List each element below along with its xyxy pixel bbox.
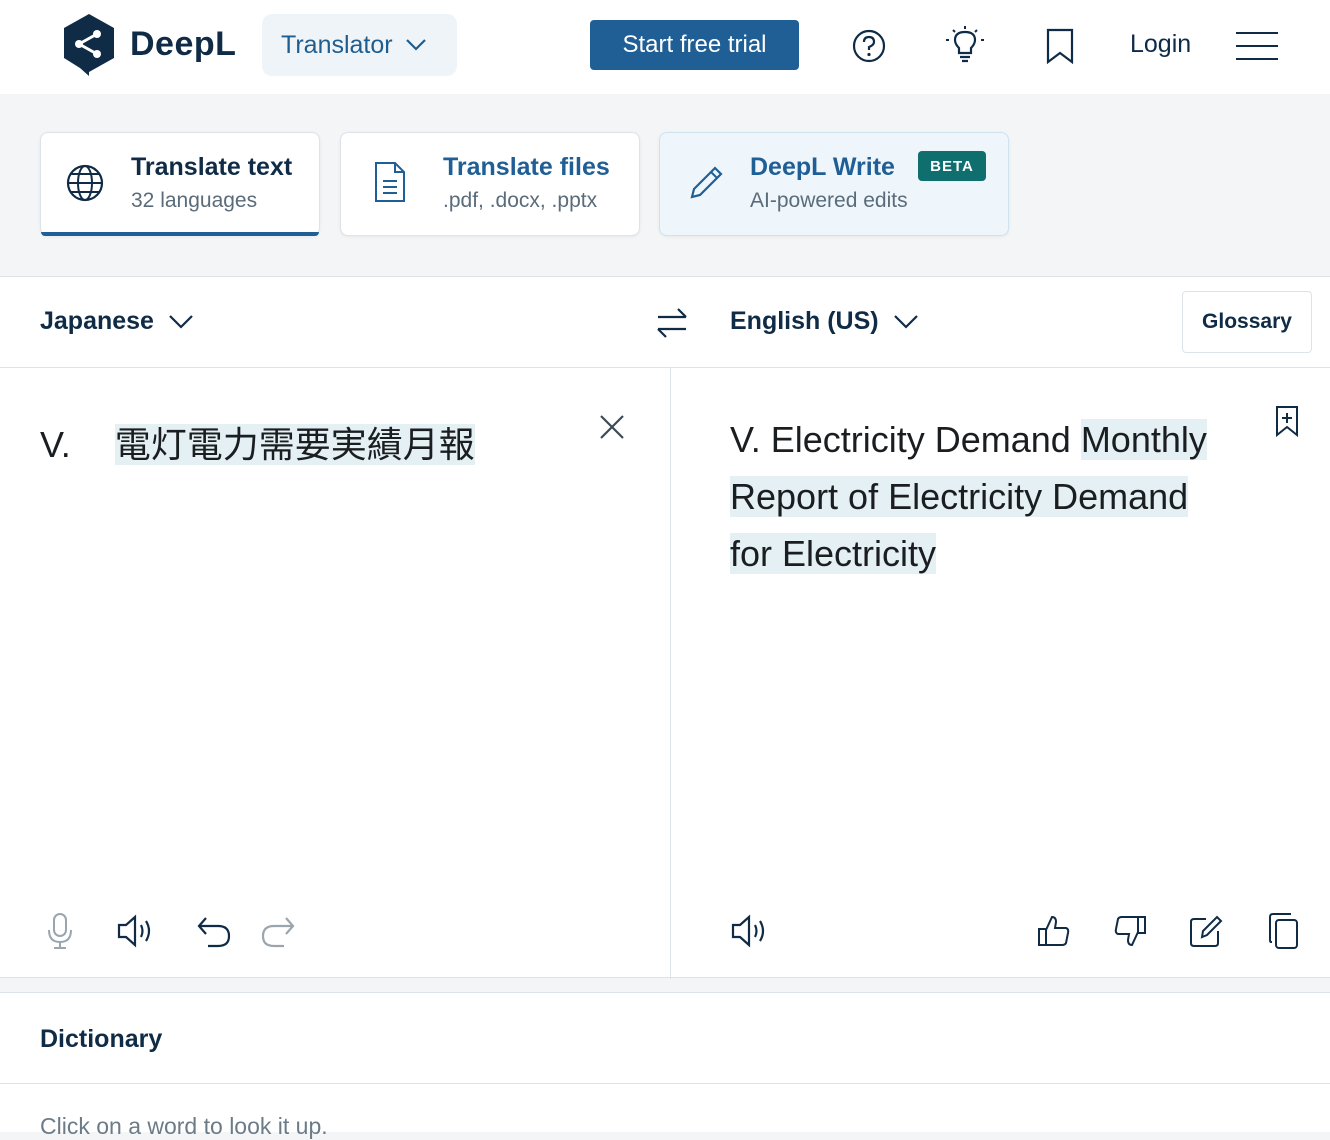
target-language-label: English (US) <box>730 307 879 335</box>
clear-text-icon[interactable] <box>596 411 628 443</box>
chevron-down-icon <box>169 314 193 329</box>
dictionary-divider <box>0 1083 1330 1084</box>
chevron-down-icon <box>893 314 918 329</box>
copy-icon[interactable] <box>1264 911 1304 951</box>
dictionary-title: Dictionary <box>40 1025 163 1053</box>
language-bar: Japanese English (US) Glossary <box>0 277 1330 368</box>
thumbs-down-icon[interactable] <box>1110 911 1150 951</box>
glossary-button[interactable]: Glossary <box>1182 291 1312 353</box>
document-icon <box>375 162 405 202</box>
globe-icon <box>66 164 104 202</box>
tab-title: DeepL Write <box>750 153 895 181</box>
tab-title: Translate text <box>131 153 293 181</box>
login-link[interactable]: Login <box>1130 30 1191 59</box>
tab-title: Translate files <box>443 153 610 181</box>
swap-languages-icon[interactable] <box>652 303 692 343</box>
help-icon[interactable] <box>847 24 891 68</box>
target-highlight: Report of Electricity Demand <box>730 476 1189 517</box>
deepl-logo-icon <box>64 14 114 76</box>
active-tab-indicator <box>41 232 319 236</box>
microphone-icon[interactable] <box>40 911 80 951</box>
undo-icon[interactable] <box>194 911 234 951</box>
menu-icon[interactable] <box>1236 32 1278 62</box>
tab-deepl-write[interactable]: DeepL Write BETA AI-powered edits <box>659 132 1009 236</box>
product-switcher[interactable]: Translator <box>262 14 457 76</box>
speaker-icon[interactable] <box>116 911 156 951</box>
start-free-trial-button[interactable]: Start free trial <box>590 20 799 70</box>
dictionary-section: Dictionary Click on a word to look it up… <box>0 992 1330 1139</box>
target-highlight: Monthly <box>1080 419 1207 460</box>
dictionary-hint: Click on a word to look it up. <box>40 1113 328 1139</box>
tab-translate-files[interactable]: Translate files .pdf, .docx, .pptx <box>340 132 640 236</box>
deepl-logo[interactable]: DeepL <box>62 12 236 76</box>
target-text: V. Electricity Demand <box>730 419 1081 460</box>
thumbs-up-icon[interactable] <box>1034 911 1074 951</box>
product-label: Translator <box>281 30 393 59</box>
target-highlight: for Electricity <box>730 533 937 574</box>
panel-divider <box>670 368 671 979</box>
bookmark-icon[interactable] <box>1038 24 1082 68</box>
lightbulb-icon[interactable] <box>943 24 987 68</box>
top-bar: DeepL Translator Start free trial Login <box>0 0 1330 94</box>
chevron-down-icon <box>405 39 426 51</box>
target-language-select[interactable]: English (US) <box>730 307 919 336</box>
redo-icon[interactable] <box>258 911 298 951</box>
translation-output[interactable]: V. Electricity Demand Monthly Report of … <box>730 411 1250 582</box>
source-text-input[interactable]: V. 電灯電力需要実績月報 <box>40 417 475 473</box>
translator-panel: Japanese English (US) Glossary V. 電灯電力需要… <box>0 276 1330 979</box>
tab-subtitle: .pdf, .docx, .pptx <box>443 189 598 212</box>
brand-name: DeepL <box>130 24 237 63</box>
source-highlight: 電灯電力需要実績月報 <box>114 424 475 465</box>
speaker-icon[interactable] <box>730 911 770 951</box>
tab-subtitle: AI-powered edits <box>750 189 908 212</box>
add-bookmark-icon[interactable] <box>1274 405 1300 442</box>
edit-icon[interactable] <box>1186 911 1226 951</box>
source-prefix: V. <box>40 424 71 465</box>
beta-badge: BETA <box>918 151 986 181</box>
feature-tabs: Translate text 32 languages Translate fi… <box>0 94 1330 276</box>
tab-translate-text[interactable]: Translate text 32 languages <box>40 132 320 236</box>
source-language-label: Japanese <box>40 307 154 335</box>
source-language-select[interactable]: Japanese <box>40 307 194 336</box>
tab-subtitle: 32 languages <box>131 189 258 212</box>
pencil-icon <box>690 166 723 199</box>
